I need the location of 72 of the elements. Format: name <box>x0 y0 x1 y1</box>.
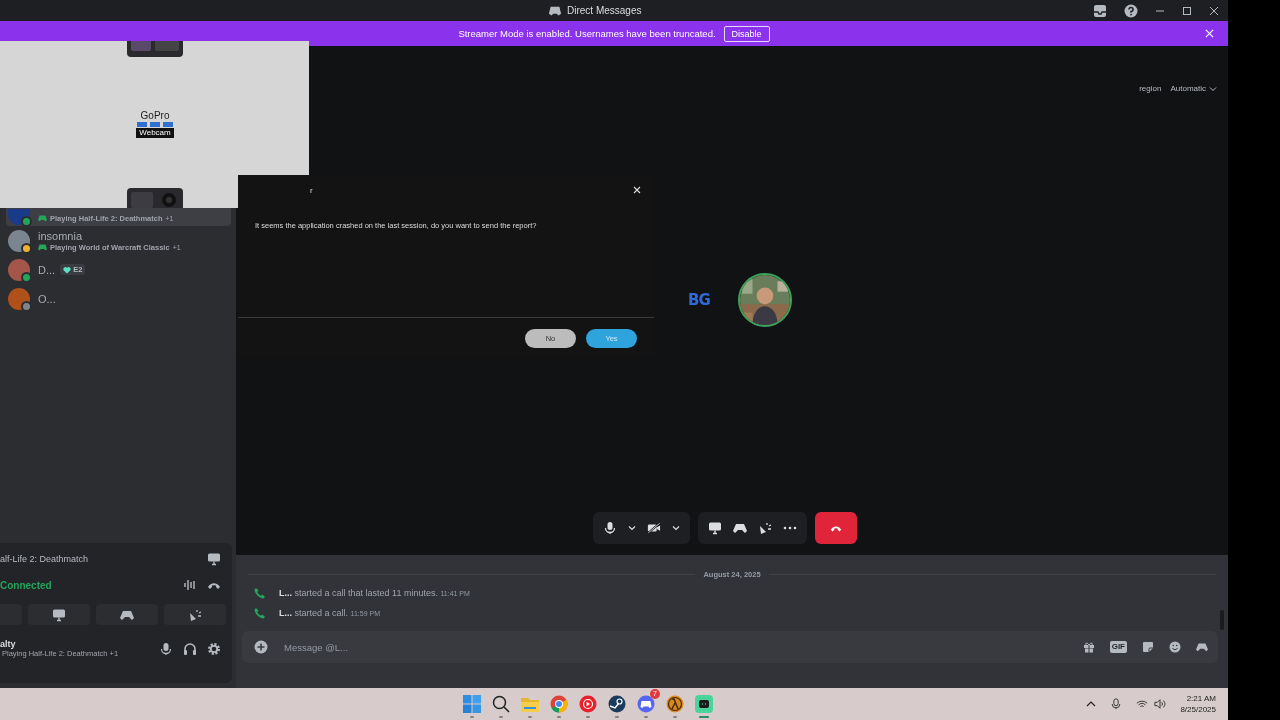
gif-button[interactable]: GIF <box>1109 641 1127 653</box>
dialog-title: r <box>310 185 313 195</box>
dm-item[interactable]: O... <box>6 284 231 313</box>
lambda-game-icon[interactable] <box>666 695 684 713</box>
caret-icon <box>1209 84 1217 93</box>
participant-logo: BG <box>687 290 711 311</box>
phone-icon <box>254 607 266 619</box>
microphone-icon[interactable] <box>1110 698 1123 710</box>
browser-icon[interactable] <box>550 695 568 713</box>
logo-caption: Webcam <box>136 128 174 138</box>
avatar <box>8 287 30 310</box>
microphone-icon[interactable] <box>603 521 617 535</box>
screen-share-button[interactable] <box>28 604 90 625</box>
camera-drawing <box>127 41 183 57</box>
gamepad-icon <box>38 215 47 222</box>
caret-icon[interactable] <box>672 524 680 532</box>
search-icon[interactable] <box>492 695 510 713</box>
soundboard-icon <box>188 607 202 622</box>
avatar <box>8 258 30 281</box>
user-name: alty <box>0 639 17 649</box>
screen-share-icon <box>52 607 66 622</box>
user-name: O... <box>38 292 56 305</box>
close-icon[interactable] <box>1209 5 1219 16</box>
region-dropdown[interactable]: Automatic <box>1170 84 1217 93</box>
settings-icon[interactable] <box>207 641 221 656</box>
maximize-icon[interactable] <box>1182 5 1192 16</box>
logo-text: GoPro <box>140 110 170 121</box>
help-icon[interactable] <box>1124 3 1138 18</box>
sticker-icon[interactable] <box>1142 641 1154 653</box>
microphone-icon[interactable] <box>159 641 173 656</box>
gamepad-icon <box>38 243 47 251</box>
camera-off-icon[interactable] <box>647 521 661 535</box>
headphones-icon[interactable] <box>183 641 197 656</box>
music-player-icon[interactable] <box>579 695 597 713</box>
message-input[interactable]: Message @L... GIF <box>242 631 1218 663</box>
windows-start-icon[interactable] <box>463 695 481 713</box>
chevron-up-icon[interactable] <box>1086 699 1097 709</box>
gamepad-icon[interactable] <box>733 521 747 535</box>
avatar <box>8 229 30 252</box>
wifi-icon[interactable] <box>1136 698 1149 710</box>
clock-date[interactable]: 8/25/2025 <box>1180 704 1216 715</box>
gamepad-icon[interactable] <box>1196 641 1208 653</box>
user-name: D... <box>38 263 56 276</box>
app-icon[interactable] <box>695 695 713 713</box>
steam-icon[interactable] <box>608 695 626 713</box>
chat-app-icon[interactable] <box>637 695 655 713</box>
emoji-icon[interactable] <box>1169 641 1181 653</box>
clock-time[interactable]: 2:21 AM <box>1186 693 1216 704</box>
close-icon[interactable] <box>633 186 641 194</box>
connection-status: Connected <box>0 579 52 591</box>
region-label: region <box>1139 84 1162 93</box>
color-bars-icon <box>137 122 173 127</box>
activity-button[interactable] <box>96 604 158 625</box>
add-icon[interactable] <box>254 640 268 654</box>
caret-icon[interactable] <box>628 524 636 532</box>
banner-message: Streamer Mode is enabled. Usernames have been truncated. <box>458 28 716 39</box>
soundboard-button[interactable] <box>164 604 226 625</box>
activity-text: alf-Life 2: Deathmatch <box>0 554 89 564</box>
hang-up-button[interactable] <box>815 512 857 544</box>
soundboard-icon[interactable] <box>758 521 772 535</box>
camera-drawing <box>127 188 183 208</box>
phone-icon <box>254 587 266 599</box>
disable-button[interactable]: Disable <box>723 25 770 42</box>
waveform-icon[interactable] <box>183 578 197 592</box>
window-title: Direct Messages <box>567 5 642 16</box>
gift-icon[interactable] <box>1082 641 1095 653</box>
volume-icon[interactable] <box>1154 698 1167 710</box>
heart-icon <box>63 265 72 274</box>
screen-share-icon[interactable] <box>708 521 722 535</box>
inbox-icon[interactable] <box>1093 3 1107 18</box>
user-name: insomnia <box>38 229 83 242</box>
screen-share-icon[interactable] <box>207 552 221 566</box>
